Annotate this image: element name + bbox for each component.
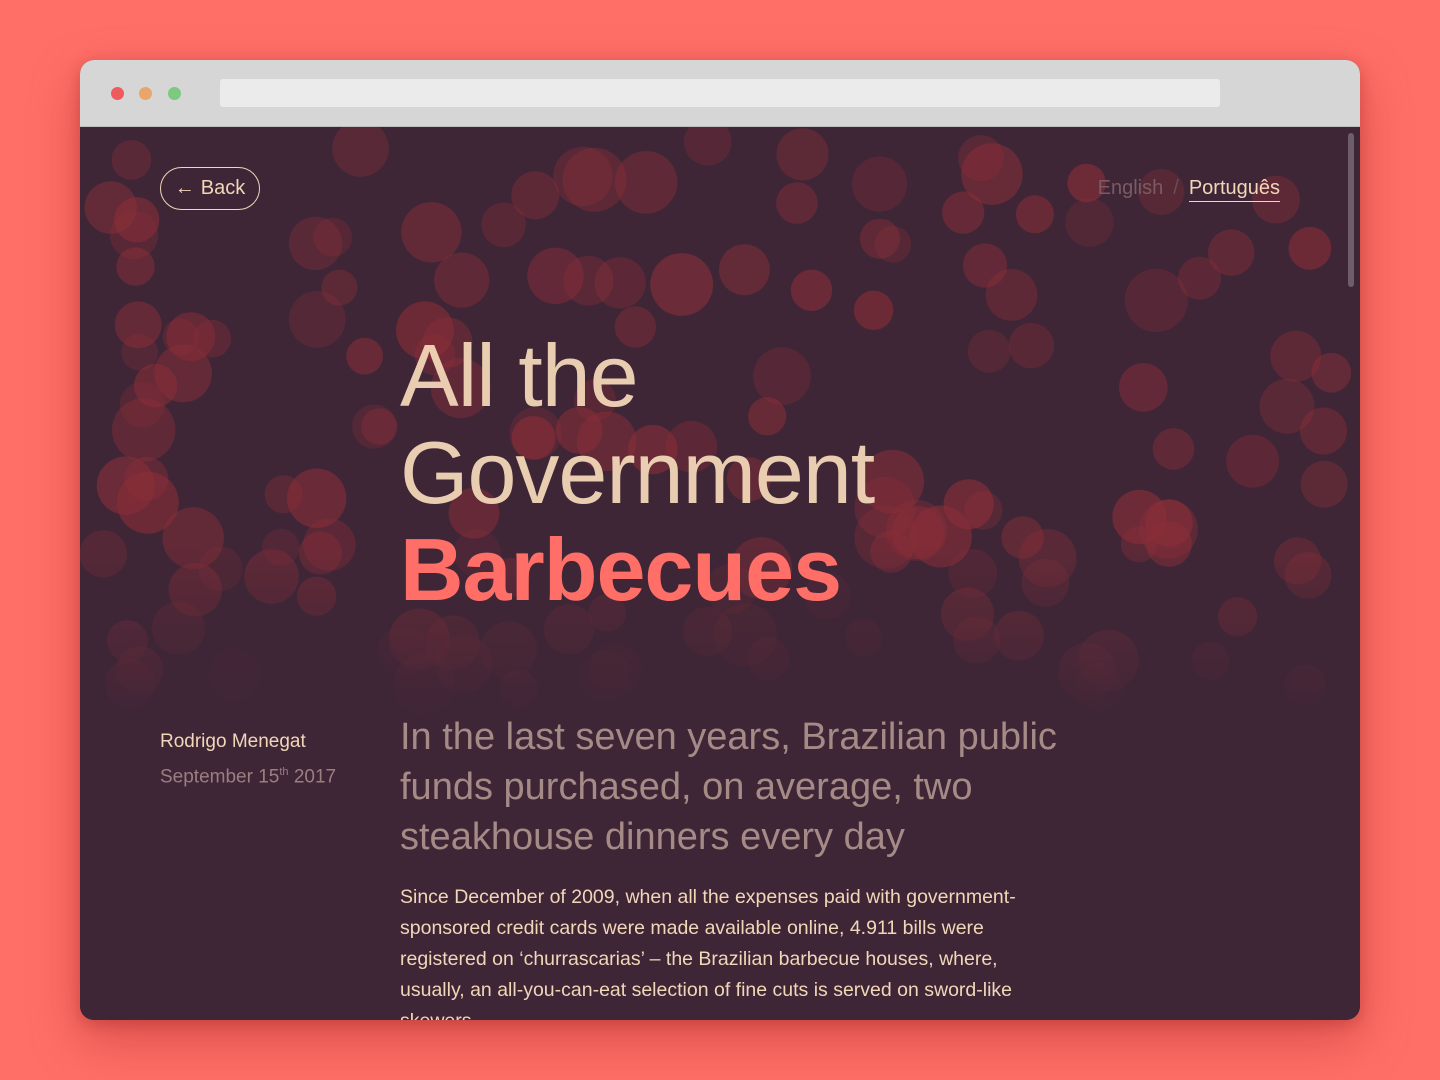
close-window-button[interactable]	[111, 87, 124, 100]
article-lede: In the last seven years, Brazilian publi…	[400, 716, 1057, 858]
browser-toolbar	[80, 60, 1360, 127]
language-switcher: English / Português	[1098, 177, 1280, 202]
browser-window: ← Back English / Português All the Governme…	[80, 60, 1360, 1020]
article-body: Since December of 2009, when all the exp…	[400, 886, 1016, 1020]
publish-date: September 15th 2017	[160, 757, 336, 792]
arrow-left-icon: ←	[174, 177, 195, 199]
title-line-3: Barbecues	[400, 520, 842, 619]
date-year: 2017	[288, 766, 337, 788]
back-button-label: Back	[200, 177, 246, 199]
language-separator: /	[1173, 177, 1179, 199]
minimize-window-button[interactable]	[139, 87, 152, 100]
author-name: Rodrigo Menegat	[160, 731, 306, 752]
maximize-window-button[interactable]	[168, 87, 181, 100]
language-portuguese-link[interactable]: Português	[1188, 177, 1280, 202]
article-title: All the Government Barbecues	[400, 326, 875, 619]
address-bar[interactable]	[220, 79, 1220, 107]
byline: Rodrigo Menegat September 15th 2017	[160, 727, 336, 792]
date-prefix: September 15	[160, 766, 280, 788]
page-viewport: ← Back English / Português All the Governme…	[80, 127, 1360, 1020]
back-button[interactable]: ← Back	[160, 167, 260, 210]
language-english-link[interactable]: English	[1098, 177, 1164, 199]
scrollbar[interactable]	[1348, 133, 1354, 287]
title-line-1: All the	[400, 326, 639, 425]
title-line-2: Government	[400, 423, 875, 522]
date-ordinal: th	[279, 766, 289, 778]
